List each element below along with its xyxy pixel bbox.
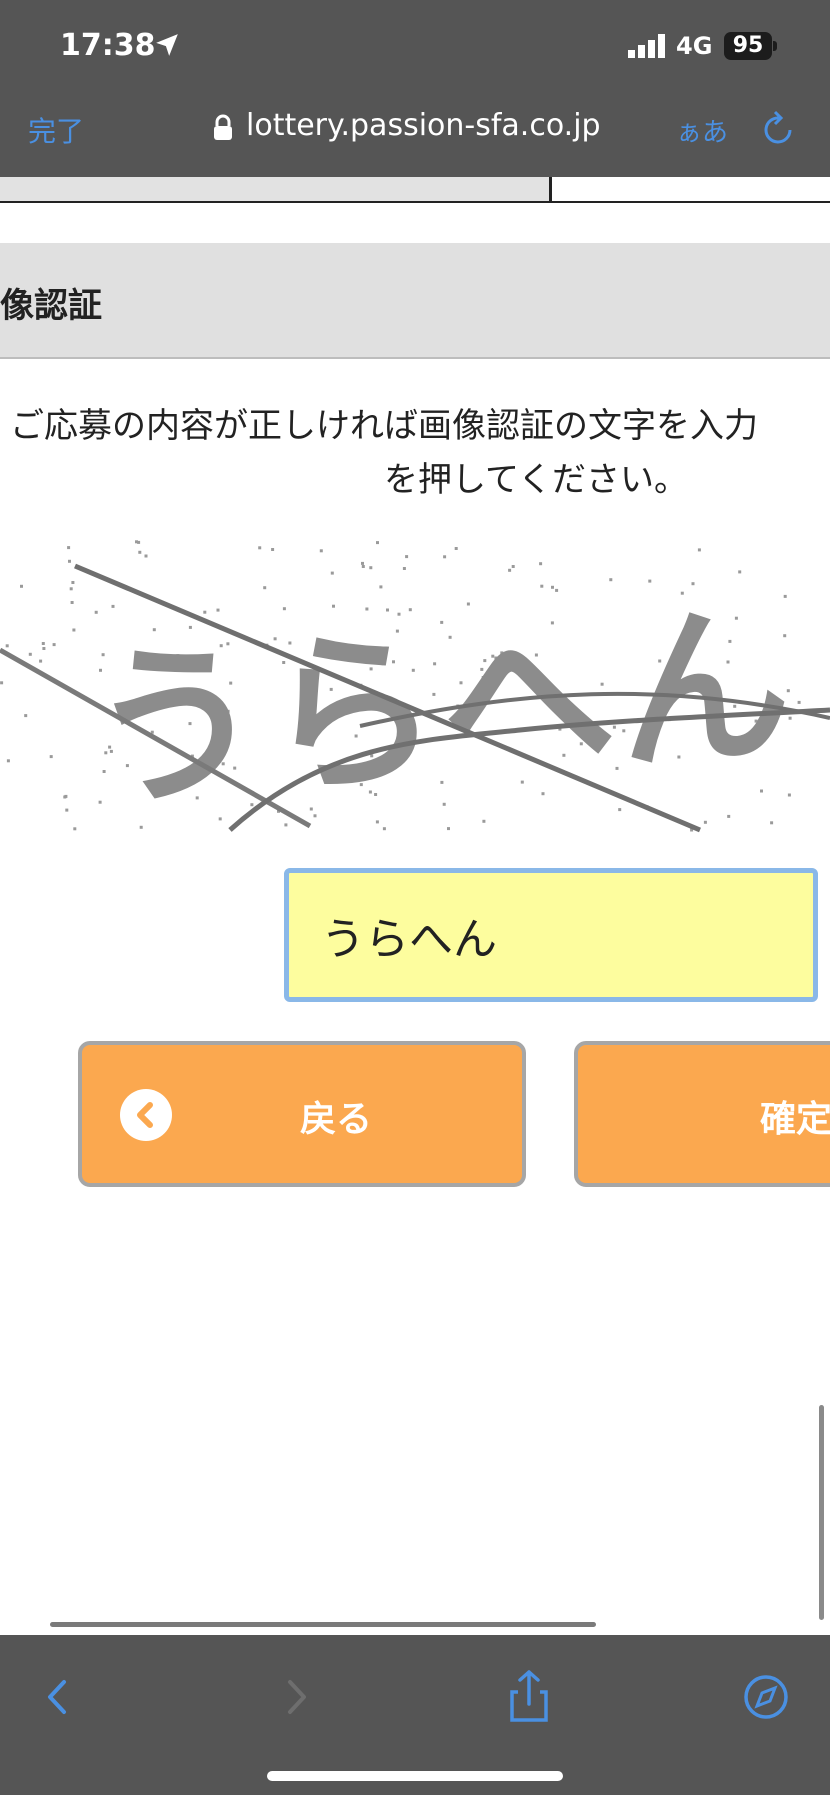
battery-nub: [773, 41, 777, 51]
captcha-text: うらへん: [84, 583, 800, 833]
done-button[interactable]: 完了: [28, 110, 84, 150]
captcha-image: うらへん: [0, 540, 830, 833]
section-header: [0, 243, 830, 359]
lock-icon: [214, 114, 232, 140]
browser-top-bar: [0, 0, 830, 177]
section-title: 像認証: [0, 286, 102, 326]
network-type: 4G: [676, 32, 713, 60]
chevron-left-icon[interactable]: [22, 1662, 92, 1732]
scroll-indicator: [819, 1405, 824, 1620]
tab-strip-inactive: [552, 177, 830, 203]
compass-icon[interactable]: [731, 1662, 801, 1732]
chevron-right-icon[interactable]: [262, 1662, 332, 1732]
signal-bars-icon: [628, 34, 665, 58]
address-bar-url[interactable]: lottery.passion-sfa.co.jp: [246, 108, 601, 143]
confirm-button-label: 確定: [760, 1099, 830, 1140]
page-load-bar: [50, 1622, 596, 1627]
text-size-button[interactable]: ぁあ: [676, 112, 728, 149]
reload-icon[interactable]: [760, 108, 798, 148]
instruction-text-line2: を押してください。: [384, 460, 688, 500]
location-arrow-icon: [156, 34, 178, 56]
back-button-label: 戻る: [300, 1099, 373, 1140]
share-icon[interactable]: [494, 1662, 564, 1732]
chevron-left-circle-icon: [120, 1089, 172, 1141]
captcha-input[interactable]: [284, 868, 818, 1002]
home-indicator: [267, 1771, 563, 1781]
instruction-text-line1: ご応募の内容が正しければ画像認証の文字を入力: [10, 406, 758, 446]
battery-indicator: 95: [724, 32, 772, 60]
status-time: 17:38: [60, 28, 156, 63]
tab-strip-active: [0, 177, 551, 203]
